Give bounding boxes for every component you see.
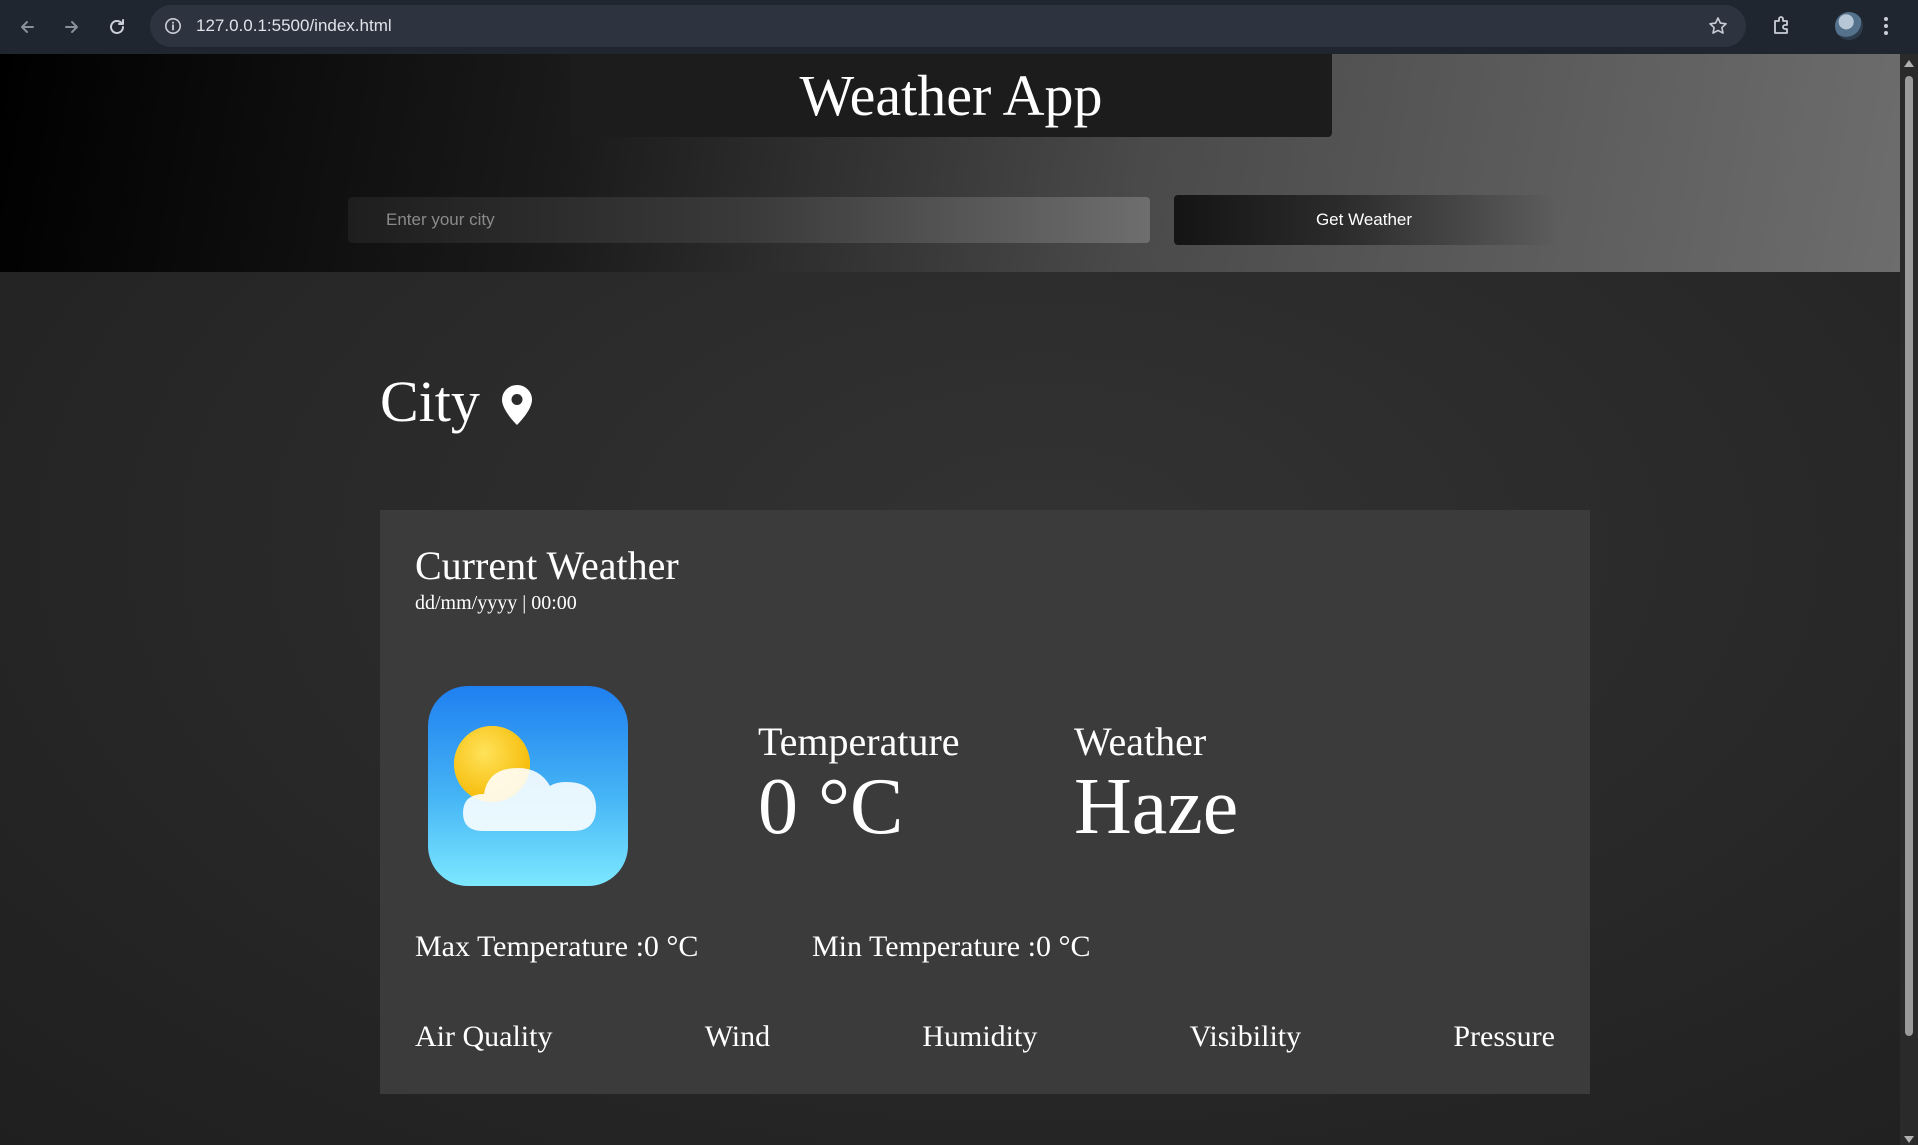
scrollbar-thumb[interactable] bbox=[1905, 76, 1913, 1036]
metric-wind: Wind bbox=[704, 1020, 771, 1053]
metric-pressure: Pressure bbox=[1453, 1020, 1555, 1053]
browser-toolbar: 127.0.0.1:5500/index.html bbox=[0, 0, 1918, 54]
min-temperature: Min Temperature :0 °C bbox=[812, 930, 1091, 963]
metric-air-quality: Air Quality bbox=[415, 1020, 553, 1053]
metrics-row: Air Quality Wind Humidity Visibility Pre… bbox=[415, 1020, 1555, 1054]
scroll-up-arrow[interactable] bbox=[1904, 60, 1914, 67]
city-name: City bbox=[380, 369, 480, 434]
page-content: Weather App Get Weather City Current Wea… bbox=[0, 54, 1900, 1145]
url-text: 127.0.0.1:5500/index.html bbox=[196, 16, 392, 35]
header-band: Weather App Get Weather bbox=[0, 54, 1900, 272]
info-icon[interactable] bbox=[164, 17, 182, 35]
metric-visibility: Visibility bbox=[1189, 1020, 1302, 1053]
vertical-scrollbar[interactable] bbox=[1900, 54, 1918, 1145]
address-bar[interactable]: 127.0.0.1:5500/index.html bbox=[150, 5, 1746, 47]
map-pin-icon bbox=[501, 384, 532, 425]
card-title: Current Weather bbox=[415, 543, 679, 588]
location-heading: City bbox=[380, 368, 534, 435]
weather-label: Weather bbox=[1074, 719, 1207, 764]
puzzle-icon[interactable] bbox=[1770, 13, 1794, 37]
metric-humidity: Humidity bbox=[922, 1020, 1038, 1053]
star-icon[interactable] bbox=[1708, 16, 1728, 36]
weather-value: Haze bbox=[1074, 763, 1239, 851]
reload-button[interactable] bbox=[95, 5, 139, 49]
arrow-right-icon bbox=[65, 21, 78, 33]
forward-button[interactable] bbox=[50, 5, 94, 49]
scroll-down-arrow[interactable] bbox=[1904, 1136, 1914, 1143]
reload-icon bbox=[110, 19, 124, 34]
partly-cloudy-graphic bbox=[454, 726, 596, 831]
max-temperature: Max Temperature :0 °C bbox=[415, 930, 699, 963]
arrow-left-icon bbox=[21, 21, 34, 33]
avatar[interactable] bbox=[1835, 12, 1863, 40]
kebab-menu-icon[interactable] bbox=[1882, 14, 1890, 38]
partly-cloudy-icon bbox=[428, 686, 628, 886]
app-title: Weather App bbox=[570, 54, 1332, 137]
date-time: dd/mm/yyyy | 00:00 bbox=[415, 592, 577, 614]
weather-card: Current Weather dd/mm/yyyy | 00:00 Tempe… bbox=[380, 510, 1590, 1094]
temperature-label: Temperature bbox=[758, 719, 960, 764]
back-button[interactable] bbox=[5, 5, 49, 49]
temperature-value: 0 °C bbox=[758, 763, 904, 851]
city-search-input[interactable] bbox=[348, 197, 1150, 243]
get-weather-button[interactable]: Get Weather bbox=[1174, 195, 1554, 245]
